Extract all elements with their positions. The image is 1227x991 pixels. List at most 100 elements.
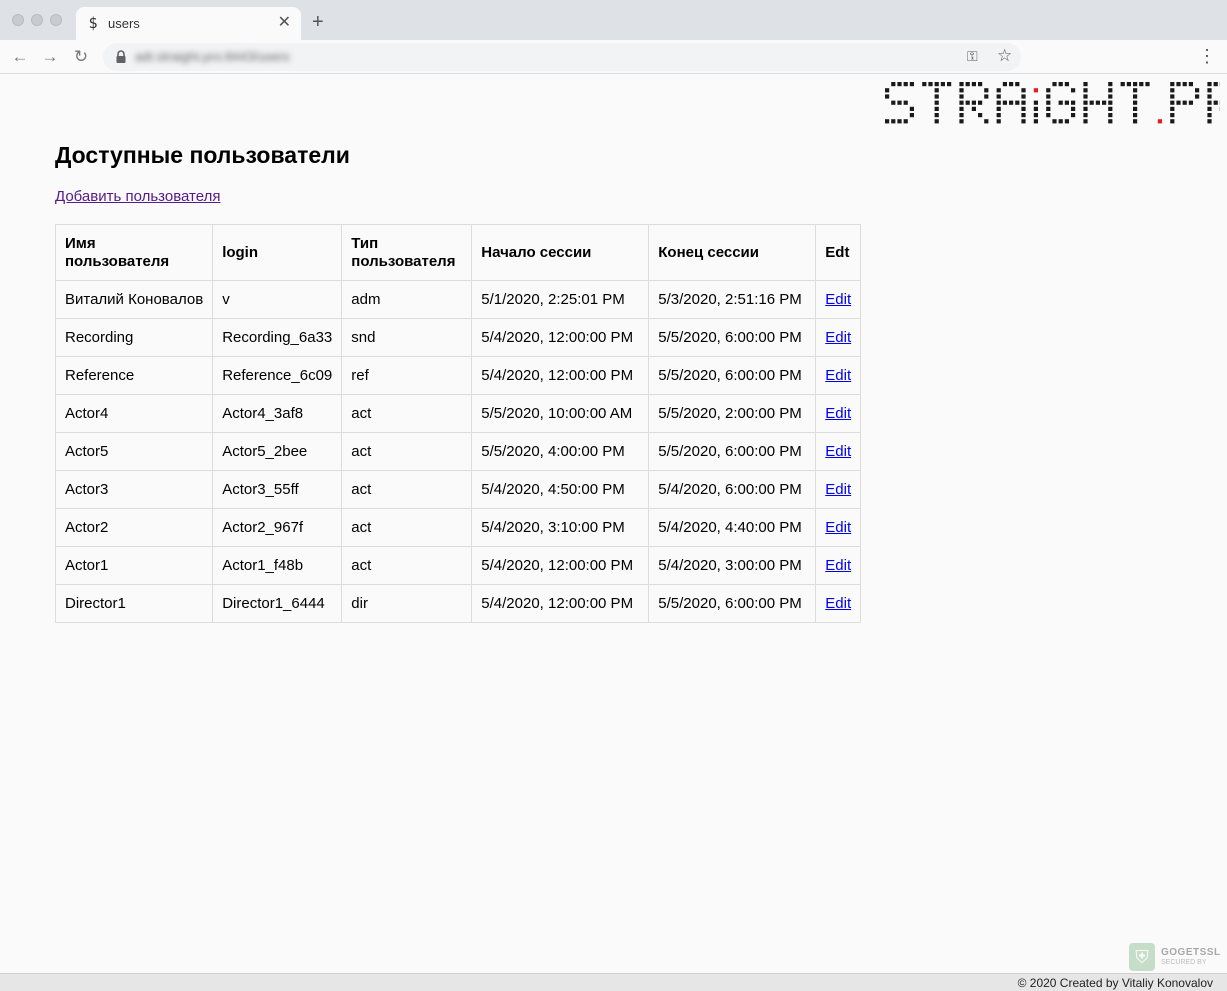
edit-user-link[interactable]: Edit [825,443,851,460]
window-minimize-button[interactable] [31,14,43,26]
logo-dot [1139,82,1144,87]
cell-type: act [341,546,473,585]
logo-dot [1170,88,1175,93]
cell-edit: Edit [815,508,862,547]
cell-name: Actor4 [54,394,214,433]
logo-dot [1083,106,1088,111]
browser-tab[interactable]: $ users ✕ [76,7,301,40]
logo-dot [1083,100,1088,105]
cell-start: 5/5/2020, 4:00:00 PM [471,432,650,471]
logo-dot [1108,100,1113,105]
cell-login: Actor2_967f [212,508,343,547]
logo-dot [1133,94,1138,99]
logo-dot [1021,119,1026,124]
logo-dot [1213,82,1218,87]
edit-user-link[interactable]: Edit [825,557,851,574]
logo-dot [1170,94,1175,99]
logo-dot [1071,106,1076,111]
logo-dot [1064,100,1069,105]
logo-dot [1046,113,1051,118]
logo-dot [1083,82,1088,87]
cell-end: 5/5/2020, 2:00:00 PM [648,394,817,433]
edit-user-link[interactable]: Edit [825,519,851,536]
cell-login: Director1_6444 [212,584,343,623]
edit-user-link[interactable]: Edit [825,405,851,422]
edit-user-link[interactable]: Edit [825,367,851,384]
logo-dot [959,106,964,111]
logo-dot [1021,113,1026,118]
logo-dot [885,119,890,124]
logo-dot [971,100,976,105]
logo-dot [1188,82,1193,87]
logo-dot [1207,113,1212,118]
table-header-row: Имя пользователя login Тип пользователя На… [54,224,862,281]
logo-dot [897,82,902,87]
logo-dot [978,82,983,87]
cell-end: 5/5/2020, 6:00:00 PM [648,584,817,623]
logo-dot [1009,100,1014,105]
logo-dot [959,100,964,105]
window-zoom-button[interactable] [50,14,62,26]
logo-dot [1207,88,1212,93]
logo-dot [1133,113,1138,118]
add-user-link[interactable]: Добавить пользователя [55,188,220,205]
logo-dot [1207,119,1212,124]
edit-user-link[interactable]: Edit [825,595,851,612]
logo-dot [891,82,896,87]
address-bar[interactable]: adr.straight.pro:8443/users ⚿ ☆ [103,43,1021,71]
cell-type: ref [341,356,473,395]
cell-end: 5/5/2020, 6:00:00 PM [648,432,817,471]
logo-dot [928,82,933,87]
cell-name: Actor5 [54,432,214,471]
logo-dot [996,119,1001,124]
logo-dot [1126,82,1131,87]
table-row: Director1 Director1_6444 dir 5/4/2020, 12:0… [54,584,862,623]
cell-start: 5/4/2020, 12:00:00 PM [471,318,650,357]
footer-text: © 2020 Created by Vitaliy Konovalov [1017,976,1213,990]
window-close-button[interactable] [12,14,24,26]
back-arrow-icon[interactable]: ← [9,46,31,68]
key-icon[interactable]: ⚿ [967,48,978,65]
shield-icon: ⛨ [1129,943,1155,971]
logo-dot [1213,100,1218,105]
logo-dot [1083,94,1088,99]
forward-arrow-icon[interactable]: → [39,46,61,68]
logo-dot [1108,113,1113,118]
edit-user-link[interactable]: Edit [825,329,851,346]
logo-dot [1133,100,1138,105]
edit-user-link[interactable]: Edit [825,481,851,498]
logo-dot [1095,100,1100,105]
plus-icon[interactable]: + [312,12,324,32]
logo-dot [1133,82,1138,87]
table-row: Reference Reference_6c09 ref 5/4/2020, 12:0… [54,356,862,395]
logo-dot [885,88,890,93]
reload-icon[interactable]: ↻ [70,46,92,68]
logo-dot [1157,119,1162,124]
logo-dot [903,119,908,124]
logo-dot [1071,113,1076,118]
cell-start: 5/4/2020, 12:00:00 PM [471,584,650,623]
ssl-badge[interactable]: ⛨ GOGETSSL SECURED BY [1127,941,1227,973]
close-icon[interactable]: ✕ [278,13,291,33]
url-text: adr.straight.pro:8443/users [135,49,290,64]
logo-dot [996,100,1001,105]
edit-user-link[interactable]: Edit [825,291,851,308]
cell-edit: Edit [815,546,862,585]
cell-type: adm [341,280,473,319]
menu-dots-icon[interactable]: ⋮ [1198,46,1216,66]
cell-login: v [212,280,343,319]
logo-dot [1108,106,1113,111]
cell-edit: Edit [815,318,862,357]
star-icon[interactable]: ☆ [997,46,1012,66]
cell-end: 5/4/2020, 6:00:00 PM [648,470,817,509]
cell-name: Виталий Коновалов [54,280,214,319]
cell-type: act [341,508,473,547]
logo-dot [1108,88,1113,93]
logo-dot [965,82,970,87]
cell-name: Actor3 [54,470,214,509]
browser-toolbar: ← → ↻ adr.straight.pro:8443/users ⚿ ☆ [0,40,1227,74]
logo-dot [1015,82,1020,87]
logo-dot [1170,82,1175,87]
page-footer: © 2020 Created by Vitaliy Konovalov [0,973,1227,991]
logo-dot [885,94,890,99]
